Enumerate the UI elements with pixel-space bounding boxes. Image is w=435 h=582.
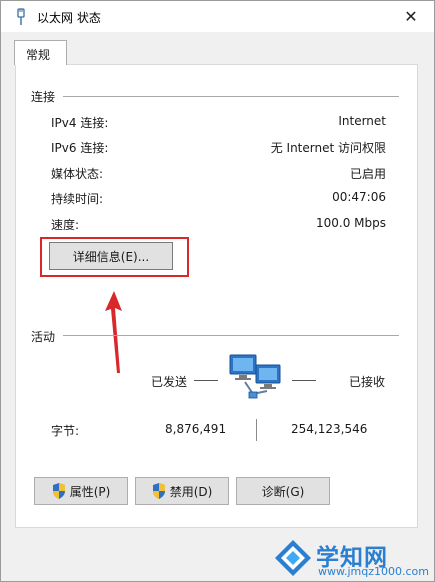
tab-general[interactable]: 常规 — [14, 40, 67, 65]
highlight-box-annotation — [40, 237, 189, 277]
media-state-value: 已启用 — [349, 167, 386, 181]
watermark-logo-icon — [275, 540, 311, 576]
disable-button-label: 禁用(D) — [169, 484, 213, 499]
connection-section-label: 连接 — [31, 90, 56, 104]
sent-dash — [194, 380, 218, 381]
close-button[interactable]: ✕ — [388, 1, 434, 32]
bytes-received-value: 254,123,546 — [291, 422, 368, 436]
speed-value: 100.0 Mbps — [315, 216, 386, 230]
ipv6-label: IPv6 连接: — [51, 141, 109, 155]
disable-button[interactable]: 禁用(D) — [135, 477, 229, 505]
properties-button[interactable]: 属性(P) — [34, 477, 128, 505]
general-panel — [15, 64, 418, 528]
network-activity-icon — [229, 354, 281, 399]
bytes-label: 字节: — [51, 424, 80, 438]
title-bar: 以太网 状态 ✕ — [1, 1, 434, 32]
bytes-sent-value: 8,876,491 — [165, 422, 227, 436]
sent-label: 已发送 — [151, 375, 188, 389]
connection-divider — [63, 96, 399, 97]
close-icon: ✕ — [404, 7, 418, 26]
red-arrow-annotation — [105, 291, 122, 373]
window-title: 以太网 状态 — [37, 11, 101, 25]
ipv4-label: IPv4 连接: — [51, 116, 109, 130]
ethernet-status-window: 以太网 状态 ✕ 常规 连接 IPv4 连接: Internet IPv6 连接… — [0, 0, 435, 582]
watermark-url: www.jmqz1000.com — [318, 565, 429, 578]
tab-general-label: 常规 — [26, 48, 51, 62]
site-watermark: 学知网 www.jmqz1000.com — [271, 534, 431, 581]
properties-button-label: 属性(P) — [69, 484, 111, 499]
diagnose-button-label: 诊断(G) — [261, 484, 305, 499]
duration-value: 00:47:06 — [332, 190, 386, 204]
bytes-separator — [256, 419, 257, 441]
ipv6-value: 无 Internet 访问权限 — [270, 141, 386, 155]
activity-divider — [63, 335, 399, 336]
received-dash — [292, 380, 316, 381]
ipv4-value: Internet — [338, 114, 386, 128]
uac-shield-icon — [152, 483, 165, 499]
speed-label: 速度: — [51, 218, 80, 232]
duration-label: 持续时间: — [51, 192, 104, 206]
media-state-label: 媒体状态: — [51, 167, 104, 181]
uac-shield-icon — [52, 483, 65, 499]
diagnose-button[interactable]: 诊断(G) — [236, 477, 330, 505]
activity-section-label: 活动 — [31, 330, 56, 344]
received-label: 已接收 — [349, 375, 386, 389]
network-plug-icon — [17, 8, 25, 25]
